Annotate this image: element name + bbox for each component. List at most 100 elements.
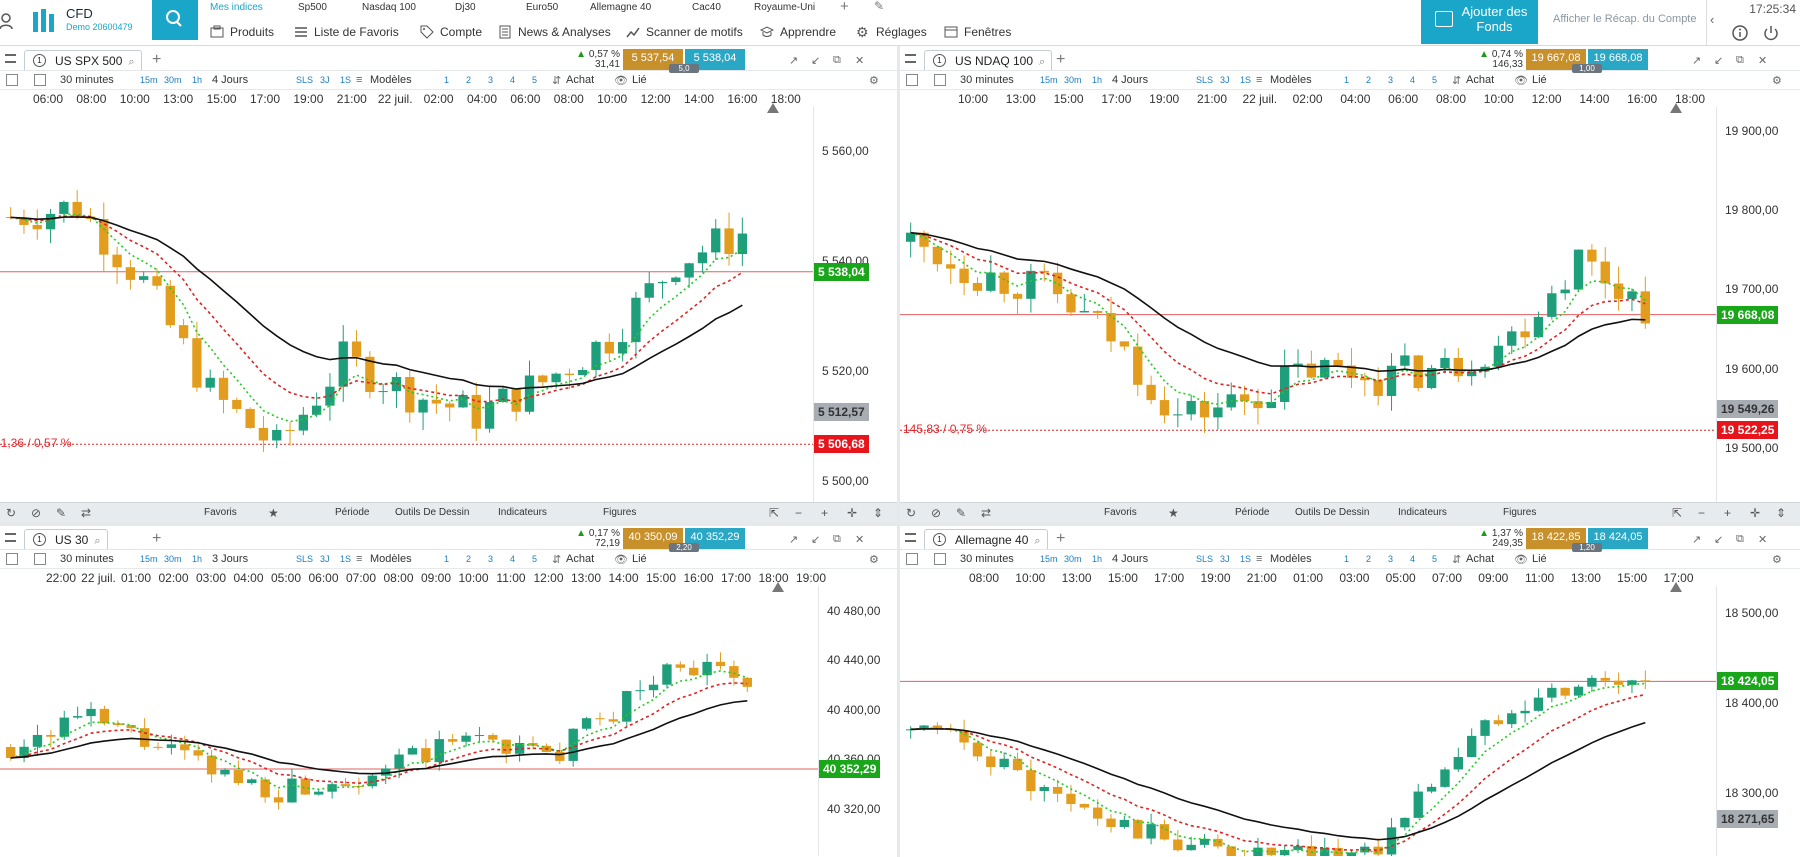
- templates-menu[interactable]: Modèles: [370, 74, 412, 86]
- linked-toggle[interactable]: Lié: [632, 553, 647, 565]
- star-icon[interactable]: ★: [1168, 506, 1179, 520]
- menu-scanner[interactable]: Scanner de motifs: [626, 22, 743, 42]
- settings-icon[interactable]: ⚙: [1772, 74, 1782, 87]
- index-tab[interactable]: Sp500: [298, 2, 327, 13]
- crosshair-icon[interactable]: ✛: [847, 506, 857, 520]
- account-recap-link[interactable]: Afficher le Récap. du Compte: [1553, 13, 1696, 25]
- slot-2[interactable]: 2: [466, 554, 471, 564]
- slot-1[interactable]: 1: [1344, 554, 1349, 564]
- interval-select[interactable]: 30 minutes: [960, 74, 1014, 86]
- slot-3[interactable]: 3: [488, 75, 493, 85]
- popout-icon[interactable]: ⧉: [1736, 533, 1744, 546]
- slot-4[interactable]: 4: [1410, 554, 1415, 564]
- add-instrument-icon[interactable]: +: [1056, 530, 1065, 548]
- scale-icon[interactable]: ⇕: [873, 506, 883, 520]
- slot-1[interactable]: 1: [444, 75, 449, 85]
- linked-toggle[interactable]: Lié: [1532, 553, 1547, 565]
- candlestick-plot[interactable]: [900, 107, 1718, 522]
- zoom-out-icon[interactable]: −: [1698, 506, 1705, 520]
- buy-toggle[interactable]: Achat: [566, 74, 594, 86]
- 3j-button[interactable]: 3J: [1220, 554, 1230, 564]
- range-select[interactable]: 4 Jours: [1112, 74, 1148, 86]
- hamburger-icon[interactable]: [5, 54, 16, 63]
- slot-5[interactable]: 5: [1432, 75, 1437, 85]
- bottom-menu-4[interactable]: Figures: [1503, 507, 1536, 518]
- sls-button[interactable]: SLS: [1196, 554, 1213, 564]
- slot-5[interactable]: 5: [532, 554, 537, 564]
- sls-button[interactable]: SLS: [296, 554, 313, 564]
- linked-toggle[interactable]: Lié: [1532, 74, 1547, 86]
- split-icon[interactable]: [934, 553, 946, 565]
- bottom-menu-1[interactable]: Période: [335, 507, 369, 518]
- hamburger-icon[interactable]: [905, 533, 916, 542]
- menu-fenetres[interactable]: Fenêtres: [944, 22, 1011, 42]
- instrument-tab[interactable]: 1 US NDAQ 100 ⌕: [924, 50, 1053, 70]
- zoom-in-icon[interactable]: +: [821, 506, 828, 520]
- add-instrument-icon[interactable]: +: [152, 51, 161, 69]
- search-icon[interactable]: ⌕: [94, 535, 100, 547]
- search-icon[interactable]: ⌕: [1034, 535, 1040, 547]
- buy-toggle[interactable]: Achat: [1466, 553, 1494, 565]
- pencil-icon[interactable]: ✎: [956, 506, 966, 520]
- bottom-menu-0[interactable]: Favoris: [1104, 507, 1137, 518]
- quick-1h[interactable]: 1h: [1092, 75, 1102, 85]
- collapse-icon[interactable]: ↙: [811, 533, 820, 546]
- 1s-button[interactable]: 1S: [1240, 75, 1251, 85]
- quick-1h[interactable]: 1h: [192, 75, 202, 85]
- range-select[interactable]: 3 Jours: [212, 553, 248, 565]
- slot-2[interactable]: 2: [466, 75, 471, 85]
- hamburger-icon[interactable]: [5, 533, 16, 542]
- quick-15m[interactable]: 15m: [140, 554, 158, 564]
- slot-4[interactable]: 4: [510, 554, 515, 564]
- crosshair-icon[interactable]: ✛: [1750, 506, 1760, 520]
- 3j-button[interactable]: 3J: [1220, 75, 1230, 85]
- candlestick-plot[interactable]: [0, 586, 820, 856]
- refresh-icon[interactable]: ↻: [6, 506, 16, 520]
- interval-select[interactable]: 30 minutes: [60, 553, 114, 565]
- quick-30m[interactable]: 30m: [1064, 554, 1082, 564]
- slot-2[interactable]: 2: [1366, 554, 1371, 564]
- 3j-button[interactable]: 3J: [320, 554, 330, 564]
- split-icon[interactable]: [34, 74, 46, 86]
- scale-icon[interactable]: ⇕: [1776, 506, 1786, 520]
- pencil-icon[interactable]: ✎: [56, 506, 66, 520]
- index-tab[interactable]: Allemagne 40: [590, 2, 651, 13]
- quick-15m[interactable]: 15m: [1040, 554, 1058, 564]
- slot-5[interactable]: 5: [532, 75, 537, 85]
- cursor-icon[interactable]: ⇄: [981, 506, 991, 520]
- slot-1[interactable]: 1: [444, 554, 449, 564]
- zoom-in-icon[interactable]: +: [1724, 506, 1731, 520]
- range-select[interactable]: 4 Jours: [212, 74, 248, 86]
- instrument-tab[interactable]: 1 US SPX 500 ⌕: [24, 50, 142, 70]
- add-instrument-icon[interactable]: +: [1056, 51, 1065, 69]
- close-icon[interactable]: ✕: [1758, 54, 1767, 67]
- bottom-menu-3[interactable]: Indicateurs: [1398, 507, 1447, 518]
- index-tab[interactable]: Mes indices: [210, 2, 263, 13]
- search-icon[interactable]: ⌕: [1039, 56, 1045, 68]
- collapse-icon[interactable]: ↙: [811, 54, 820, 67]
- quick-30m[interactable]: 30m: [164, 75, 182, 85]
- templates-menu[interactable]: Modèles: [1270, 74, 1312, 86]
- index-tab[interactable]: Dj30: [455, 2, 476, 13]
- clear-icon[interactable]: ⊘: [31, 506, 41, 520]
- slot-1[interactable]: 1: [1344, 75, 1349, 85]
- 1s-button[interactable]: 1S: [340, 75, 351, 85]
- expand-icon[interactable]: ↗: [789, 54, 798, 67]
- slot-4[interactable]: 4: [1410, 75, 1415, 85]
- refresh-icon[interactable]: ↻: [906, 506, 916, 520]
- zoom-out-icon[interactable]: −: [795, 506, 802, 520]
- index-tab[interactable]: Royaume-Uni: [754, 2, 815, 13]
- expand-icon[interactable]: ↗: [1692, 54, 1701, 67]
- quick-15m[interactable]: 15m: [140, 75, 158, 85]
- slot-2[interactable]: 2: [1366, 75, 1371, 85]
- edit-tabs-icon[interactable]: ✎: [874, 0, 884, 13]
- user-icon[interactable]: [0, 11, 16, 31]
- layout-icon[interactable]: [6, 74, 18, 86]
- slot-3[interactable]: 3: [1388, 554, 1393, 564]
- close-icon[interactable]: ✕: [855, 54, 864, 67]
- buy-toggle[interactable]: Achat: [1466, 74, 1494, 86]
- scroll-end-marker[interactable]: [1670, 582, 1682, 592]
- sls-button[interactable]: SLS: [296, 75, 313, 85]
- fit-icon[interactable]: ⇱: [1672, 506, 1682, 520]
- popout-icon[interactable]: ⧉: [833, 533, 841, 546]
